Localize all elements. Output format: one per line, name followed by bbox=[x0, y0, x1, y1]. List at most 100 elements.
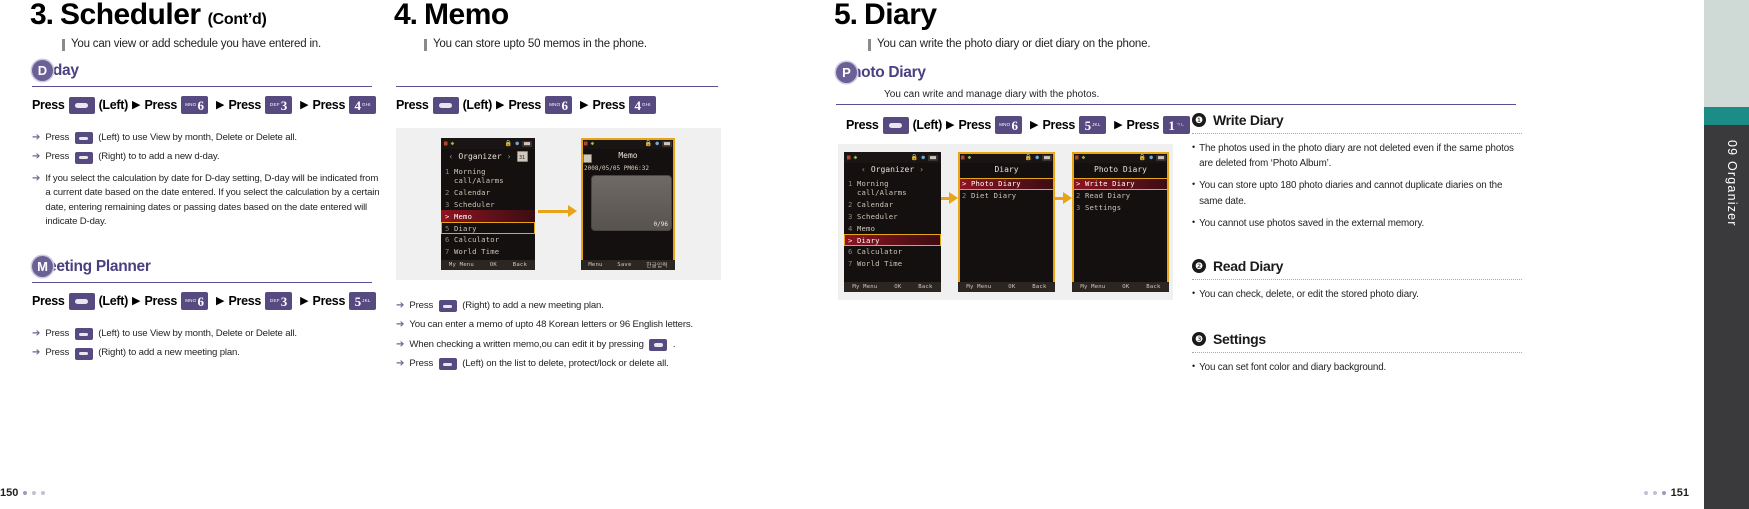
item-label: Calculator bbox=[454, 235, 500, 245]
item-label: Calculator bbox=[857, 247, 903, 257]
memo-press-3: Press bbox=[592, 98, 626, 112]
memo-heading: 4. Memo bbox=[394, 0, 509, 32]
phone-screen-organizer: ▩ ◆ 🔒 ● ■■ ‹ Organizer › 31 1 Morning cal… bbox=[441, 138, 535, 270]
diary-press-3: Press bbox=[1042, 118, 1076, 132]
list-item[interactable]: 3 Scheduler bbox=[441, 199, 535, 211]
status-bar: ▩ ◆ 🔒 ● ■■ bbox=[844, 152, 941, 163]
photo-diary-screen-title: Photo Diary bbox=[1094, 165, 1147, 174]
divider bbox=[1192, 279, 1522, 280]
dday-note-3-text: If you select the calculation by date fo… bbox=[45, 172, 380, 227]
softkey-right-label[interactable]: Back bbox=[1032, 284, 1046, 290]
diary-left-label: (Left) bbox=[912, 118, 943, 132]
list-item[interactable]: 1 Morning call/Alarms bbox=[844, 178, 941, 199]
arrow-bullet-icon: ➔ bbox=[32, 328, 41, 339]
softkey-center-label[interactable]: Save bbox=[617, 262, 631, 268]
softkey-left-label[interactable]: My Menu bbox=[449, 262, 474, 268]
numkey-6-letters: MNO bbox=[185, 297, 197, 303]
softkey-left-label[interactable]: My Menu bbox=[1080, 284, 1105, 290]
item-marker: > bbox=[1076, 179, 1081, 189]
item-label: Scheduler bbox=[454, 199, 495, 209]
softkey-center-label[interactable]: OK bbox=[894, 284, 901, 290]
bluetooth-icon: ● bbox=[921, 153, 925, 161]
numkey-6-letters: MNO bbox=[185, 101, 197, 107]
list-item-highlighted[interactable]: 5 Diary bbox=[441, 222, 535, 234]
item-label: Write Diary bbox=[1085, 179, 1135, 189]
diary-entry-write: ❶ Write Diary • The photos used in the p… bbox=[1192, 112, 1522, 238]
organizer-menu-list: 1 Morning call/Alarms 2 Calendar 3 Schedule… bbox=[441, 165, 535, 257]
step-arrow-icon: ▶ bbox=[216, 98, 225, 111]
softkey-center-label[interactable]: OK bbox=[490, 262, 497, 268]
calendar-icon: 31 bbox=[516, 151, 528, 162]
list-item[interactable]: 2 Calendar bbox=[844, 199, 941, 211]
softkey-icon bbox=[74, 328, 93, 341]
softkey-right-label[interactable]: Back bbox=[513, 262, 527, 268]
list-item[interactable]: 3 Settings bbox=[1072, 202, 1169, 214]
list-item[interactable]: 6 Calculator bbox=[844, 246, 941, 258]
item-number: 6 bbox=[848, 247, 853, 257]
softkey-right-label[interactable]: Back bbox=[1146, 284, 1160, 290]
softkey-right-label[interactable]: 한글입력 bbox=[646, 261, 667, 269]
memo-text-area[interactable]: 0/96 bbox=[591, 175, 672, 231]
memo-section-number: 4. bbox=[394, 0, 418, 31]
softkey-left-label[interactable]: Menu bbox=[588, 262, 602, 268]
status-bar: ▩ ◆ 🔒 ● ■■ bbox=[581, 138, 675, 149]
arrow-bullet-icon: ➔ bbox=[396, 358, 405, 370]
meeting-press-4: Press bbox=[312, 294, 346, 308]
numkey-3-letters: DEF bbox=[269, 297, 280, 303]
list-item[interactable]: 3 Scheduler bbox=[844, 211, 941, 223]
memo-lead: You can store upto 50 memos in the phone… bbox=[424, 38, 724, 51]
softkey-icon bbox=[438, 358, 457, 371]
softkey-bar: Menu Save 한글입력 bbox=[581, 260, 675, 270]
bullet-text: You can set font color and diary backgro… bbox=[1199, 362, 1387, 373]
meeting-rule bbox=[32, 282, 372, 283]
list-item[interactable]: 1 Morning call/Alarms bbox=[441, 166, 535, 187]
write-diary-bullet-1: • The photos used in the photo diary are… bbox=[1192, 141, 1522, 171]
step-arrow-icon: ▶ bbox=[1114, 118, 1123, 131]
numkey-3-icon: DEF 3 bbox=[265, 96, 293, 114]
list-item[interactable]: 2 Diet Diary bbox=[958, 190, 1055, 202]
softkey-left-label[interactable]: My Menu bbox=[852, 284, 877, 290]
dday-press-1: Press bbox=[32, 98, 65, 112]
list-item-selected[interactable]: > Photo Diary bbox=[958, 178, 1055, 190]
softkey-right-label[interactable]: Back bbox=[918, 284, 932, 290]
edge-tab-label: 09 Organizer bbox=[1725, 140, 1739, 227]
list-item[interactable]: 7 World Time bbox=[844, 258, 941, 270]
list-item[interactable]: 6 Calculator bbox=[441, 234, 535, 246]
softkey-center-label[interactable]: OK bbox=[1008, 284, 1015, 290]
list-item[interactable]: 2 Read Diary bbox=[1072, 190, 1169, 202]
network-icon: ◆ bbox=[967, 153, 972, 161]
signal-icon: ▩ bbox=[1075, 153, 1079, 161]
page-dot-icon bbox=[1652, 491, 1657, 495]
item-number: 1 bbox=[445, 167, 450, 177]
item-number: 5 bbox=[445, 223, 450, 233]
numkey-6-icon: MNO 6 bbox=[995, 116, 1023, 134]
list-item-selected[interactable]: > Memo bbox=[441, 210, 535, 223]
list-item[interactable]: 2 Calendar bbox=[441, 187, 535, 199]
softkey-center-label[interactable]: OK bbox=[1122, 284, 1129, 290]
memo-note-2: ➔ You can enter a memo of upto 48 Korean… bbox=[396, 318, 726, 332]
item-label: World Time bbox=[454, 247, 500, 257]
softkey-bar: My Menu OK Back bbox=[844, 282, 941, 292]
item-marker: > bbox=[962, 179, 967, 189]
arrow-bullet-icon: ➔ bbox=[32, 172, 41, 184]
item-marker: > bbox=[445, 211, 450, 221]
memo-left-label: (Left) bbox=[462, 98, 493, 112]
list-item-selected[interactable]: > Diary bbox=[844, 234, 941, 246]
status-bar: ▩ ◆ 🔒 ● ■■ bbox=[1072, 152, 1169, 163]
diary-press-2: Press bbox=[958, 118, 992, 132]
divider bbox=[1192, 133, 1522, 134]
divider bbox=[1192, 352, 1522, 353]
next-chevron-icon: › bbox=[506, 152, 512, 161]
numkey-6-icon: MNO 6 bbox=[545, 96, 573, 114]
list-item[interactable]: 7 World Time bbox=[441, 246, 535, 258]
list-item[interactable]: 4 Memo bbox=[844, 222, 941, 234]
list-item-selected[interactable]: > Write Diary bbox=[1072, 178, 1169, 190]
item-number: 2 bbox=[445, 188, 450, 198]
item-number: 6 bbox=[445, 235, 450, 245]
meeting-note-1-pre: Press bbox=[45, 328, 70, 339]
page-dot-icon bbox=[1643, 491, 1648, 495]
meeting-planner-subheading: M eeting Planner bbox=[32, 256, 151, 277]
item-label: Photo Diary bbox=[971, 179, 1021, 189]
diary-key-sequence: Press (Left) ▶ Press MNO 6 ▶ Press 5 JKL… bbox=[846, 116, 1194, 134]
softkey-left-label[interactable]: My Menu bbox=[966, 284, 991, 290]
